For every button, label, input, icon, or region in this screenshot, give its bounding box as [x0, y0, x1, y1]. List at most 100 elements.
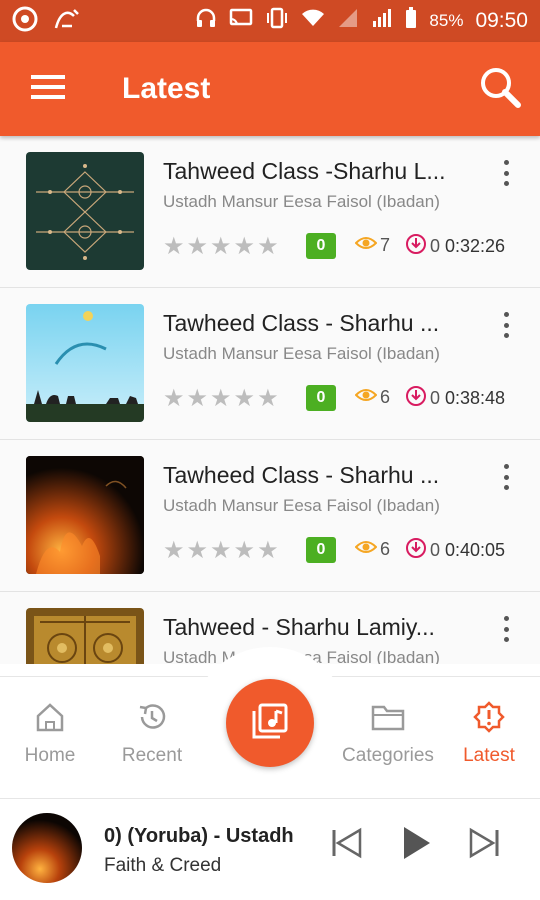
- star-icon: ★: [210, 385, 232, 412]
- star-icon: ★: [186, 537, 209, 564]
- downloads: 0 0:38:48: [405, 385, 505, 412]
- list-item[interactable]: Tawheed Class - Sharhu ... Ustadh Mansur…: [0, 440, 540, 592]
- star-icon: ★: [210, 537, 232, 564]
- clock: 09:50: [475, 9, 528, 32]
- nav-home[interactable]: Home: [0, 703, 105, 767]
- next-button[interactable]: [464, 825, 504, 865]
- item-title: Tahweed Class -Sharhu L...: [163, 158, 446, 184]
- views-count: 6: [380, 387, 391, 407]
- audio-list: Tahweed Class -Sharhu L... Ustadh Mansur…: [0, 136, 540, 664]
- star-icon: ★: [163, 385, 185, 412]
- views-count: 6: [380, 539, 391, 559]
- star-icon: ★: [233, 233, 256, 260]
- rating-count-badge: 0: [306, 385, 336, 411]
- thumbnail-fire: [26, 456, 144, 574]
- rating-stars[interactable]: ★ ★ ★ ★ ★: [163, 536, 279, 565]
- search-button[interactable]: [460, 42, 540, 136]
- more-options-button[interactable]: [494, 310, 518, 340]
- thumbnail-kaaba-door: [26, 608, 144, 664]
- player-artwork: [12, 813, 82, 883]
- app-notification-icon: [52, 6, 82, 37]
- rating-stars[interactable]: ★ ★ ★ ★ ★: [163, 384, 279, 413]
- nav-latest-label: Latest: [463, 745, 515, 766]
- wifi-icon: [301, 8, 325, 34]
- rating-stars[interactable]: ★ ★ ★ ★ ★: [163, 232, 279, 261]
- item-title: Tawheed Class - Sharhu ...: [163, 462, 440, 488]
- downloads: 0 0:40:05: [405, 537, 505, 564]
- download-icon: [405, 537, 427, 564]
- nav-categories[interactable]: Categories: [333, 703, 443, 767]
- signal-icon: [371, 7, 393, 35]
- star-icon: ★: [257, 233, 279, 260]
- skip-next-icon: [467, 827, 501, 864]
- history-icon: [136, 701, 168, 739]
- thumbnail-pattern: [26, 152, 144, 270]
- list-item[interactable]: Tawheed Class - Sharhu ... Ustadh Mansur…: [0, 288, 540, 440]
- page-title: Latest: [122, 72, 211, 105]
- downloads-count: 0: [430, 388, 441, 408]
- status-bar: 85% 09:50: [0, 0, 540, 42]
- downloads-count: 0: [430, 540, 441, 560]
- nav-home-label: Home: [24, 745, 76, 766]
- star-icon: ★: [257, 537, 279, 564]
- folder-icon: [371, 703, 405, 737]
- search-icon: [478, 65, 522, 114]
- star-icon: ★: [233, 537, 256, 564]
- player-track-title: 0) (Yoruba) - Ustadh: [104, 825, 294, 847]
- star-icon: ★: [163, 537, 185, 564]
- more-options-button[interactable]: [494, 614, 518, 644]
- skip-previous-icon: [330, 827, 364, 864]
- mini-player[interactable]: 0) (Yoruba) - Ustadh Faith & Creed: [0, 798, 540, 900]
- item-speaker: Ustadh Mansur Eesa Faisol (Ibadan): [163, 344, 440, 363]
- nav-recent[interactable]: Recent: [97, 703, 207, 767]
- play-icon: [402, 825, 432, 866]
- views-count: 7: [380, 235, 391, 255]
- thumbnail-landscape: [26, 304, 144, 422]
- item-title: Tawheed Class - Sharhu ...: [163, 310, 440, 336]
- signal-weak-icon: [337, 7, 359, 35]
- star-icon: ★: [210, 233, 232, 260]
- more-options-button[interactable]: [494, 158, 518, 188]
- star-icon: ★: [257, 385, 279, 412]
- alert-badge-icon: [473, 701, 505, 739]
- star-icon: ★: [186, 233, 209, 260]
- music-library-icon: [252, 703, 288, 744]
- downloads: 0 0:32:26: [405, 233, 505, 260]
- app-bar: Latest: [0, 42, 540, 136]
- downloads-count: 0: [430, 236, 441, 256]
- eye-icon: [354, 387, 378, 408]
- camera-aperture-icon: [12, 6, 38, 37]
- hamburger-menu-icon: [31, 74, 65, 105]
- list-item[interactable]: Tahweed Class -Sharhu L... Ustadh Mansur…: [0, 136, 540, 288]
- item-speaker: Ustadh Mansur Eesa Faisol (Ibadan): [163, 192, 440, 211]
- star-icon: ★: [163, 233, 185, 260]
- home-icon: [34, 702, 66, 738]
- battery-percentage: 85%: [429, 11, 464, 30]
- player-category: Faith & Creed: [104, 855, 222, 876]
- battery-icon: [405, 7, 417, 35]
- headphones-icon: [195, 7, 217, 35]
- views: 6: [354, 387, 391, 408]
- duration: 0:40:05: [445, 540, 506, 560]
- item-speaker: Ustadh Mansur Eesa Faisol (Ibadan): [163, 496, 440, 515]
- star-icon: ★: [186, 385, 209, 412]
- eye-icon: [354, 539, 378, 560]
- more-options-button[interactable]: [494, 462, 518, 492]
- library-button[interactable]: [226, 679, 314, 767]
- nav-categories-label: Categories: [342, 745, 434, 766]
- vibrate-icon: [265, 7, 289, 35]
- views: 7: [354, 235, 391, 256]
- views: 6: [354, 539, 391, 560]
- duration: 0:38:48: [445, 388, 506, 408]
- play-button[interactable]: [397, 825, 437, 865]
- cast-icon: [229, 8, 253, 34]
- download-icon: [405, 233, 427, 260]
- nav-recent-label: Recent: [121, 745, 183, 766]
- star-icon: ★: [233, 385, 256, 412]
- download-icon: [405, 385, 427, 412]
- nav-latest[interactable]: Latest: [434, 701, 540, 767]
- previous-button[interactable]: [327, 825, 367, 865]
- eye-icon: [354, 235, 378, 256]
- menu-button[interactable]: [0, 42, 96, 136]
- rating-count-badge: 0: [306, 233, 336, 259]
